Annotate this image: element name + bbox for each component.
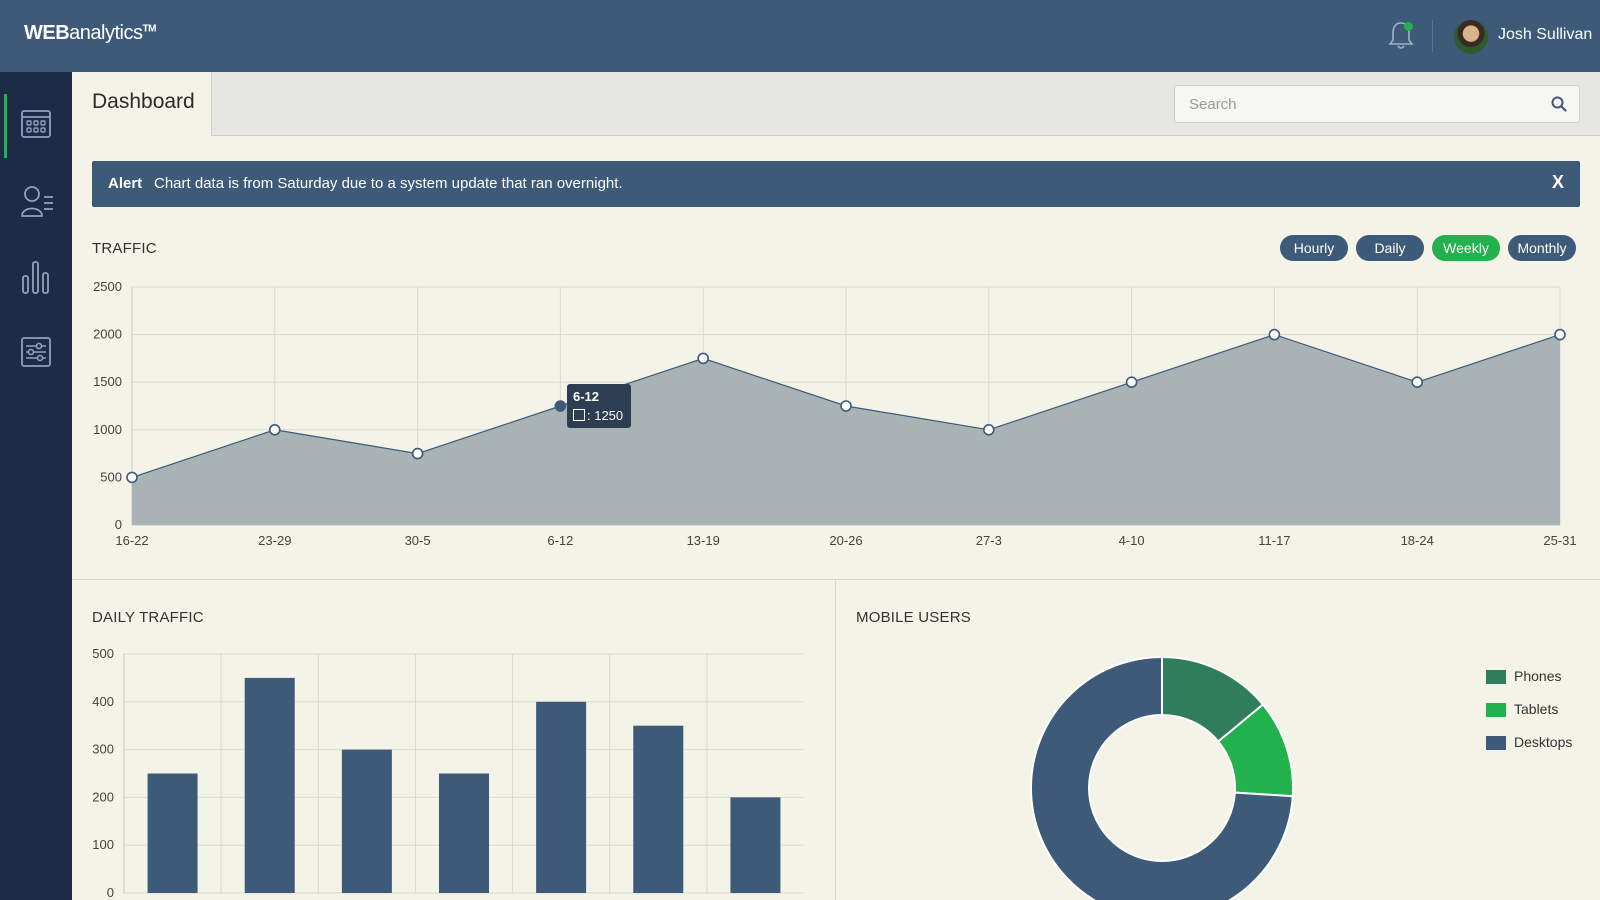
tooltip-swatch — [573, 409, 585, 421]
period-daily-button[interactable]: Daily — [1356, 235, 1424, 261]
calendar-icon — [21, 110, 51, 138]
donut-slice — [1216, 703, 1294, 798]
period-hourly-button[interactable]: Hourly — [1280, 235, 1348, 261]
y-tick-label: 100 — [92, 837, 114, 852]
legend-swatch — [1486, 670, 1506, 684]
y-tick-label: 500 — [92, 646, 114, 661]
bar — [147, 773, 198, 893]
bar — [633, 725, 684, 893]
legend-label: Desktops — [1514, 734, 1573, 750]
bar-chart-icon — [22, 261, 49, 294]
alert-message: Chart data is from Saturday due to a sys… — [154, 175, 623, 192]
data-point — [982, 423, 995, 436]
bar — [536, 701, 587, 893]
sidebar-item-calendar[interactable] — [0, 94, 72, 158]
legend-item[interactable]: Phones — [1486, 668, 1600, 684]
tooltip-value: : 1250 — [587, 408, 624, 423]
panel-divider-vertical — [835, 579, 836, 900]
tooltip-title: 6-12 — [573, 389, 600, 404]
alert-close-button[interactable]: X — [1552, 172, 1564, 193]
x-tick-label: 23-29 — [258, 533, 291, 548]
y-tick-label: 400 — [92, 694, 114, 709]
y-tick-label: 2500 — [93, 279, 122, 294]
mobile-users-title: MOBILE USERS — [856, 609, 971, 626]
y-tick-label: 1000 — [93, 422, 122, 437]
sidebar-item-users[interactable] — [0, 170, 72, 230]
bar — [341, 749, 392, 893]
data-point — [1268, 328, 1281, 341]
y-tick-label: 500 — [100, 469, 122, 484]
traffic-title: TRAFFIC — [92, 240, 157, 257]
x-tick-label: 25-31 — [1543, 533, 1576, 548]
legend-label: Tablets — [1514, 701, 1559, 717]
sidebar — [0, 72, 72, 900]
x-tick-label: 4-10 — [1119, 533, 1145, 548]
tab-dashboard-label: Dashboard — [92, 90, 195, 113]
data-point — [411, 447, 424, 460]
legend-swatch — [1486, 736, 1506, 750]
data-point — [1411, 376, 1423, 389]
app-logo[interactable]: WEBanalyticsTM — [24, 22, 156, 45]
x-tick-label: 30-5 — [405, 533, 431, 548]
bar — [244, 677, 295, 893]
top-header: WEBanalyticsTM Josh Sullivan — [0, 0, 1600, 72]
chart-tooltip: 6-12 : 1250 — [567, 384, 631, 428]
y-tick-label: 2000 — [93, 327, 122, 342]
search-icon[interactable] — [1551, 96, 1567, 112]
tab-dashboard[interactable]: Dashboard — [72, 72, 212, 136]
alert-banner: Alert Chart data is from Saturday due to… — [92, 161, 1580, 207]
logo-tm: TM — [142, 23, 156, 35]
donut-slice — [1030, 655, 1294, 900]
x-tick-label: 18-24 — [1401, 533, 1434, 548]
traffic-line — [131, 333, 1561, 478]
y-tick-label: 0 — [107, 885, 114, 900]
sidebar-item-analytics[interactable] — [0, 246, 72, 306]
y-tick-label: 300 — [92, 742, 114, 757]
data-point — [1125, 376, 1138, 389]
user-name[interactable]: Josh Sullivan — [1498, 26, 1592, 44]
data-point — [554, 400, 567, 412]
data-point — [1554, 328, 1566, 341]
daily-traffic-title: DAILY TRAFFIC — [92, 609, 204, 626]
x-tick-label: 11-17 — [1258, 533, 1290, 548]
data-point — [268, 423, 281, 436]
data-point — [697, 352, 710, 365]
notification-dot — [1404, 22, 1413, 31]
period-monthly-button[interactable]: Monthly — [1508, 235, 1576, 261]
sidebar-item-settings[interactable] — [0, 322, 72, 382]
header-divider — [1432, 20, 1433, 52]
legend-item[interactable]: Desktops — [1486, 734, 1600, 750]
legend-swatch — [1486, 703, 1506, 717]
avatar[interactable] — [1454, 20, 1488, 54]
traffic-area — [132, 334, 1560, 525]
x-tick-label: 6-12 — [547, 533, 573, 548]
legend-label: Phones — [1514, 668, 1562, 684]
alert-title: Alert — [108, 175, 143, 192]
data-point — [126, 471, 138, 484]
donut-slice — [1161, 655, 1265, 743]
x-tick-label: 13-19 — [687, 533, 720, 548]
legend-item[interactable]: Tablets — [1486, 701, 1600, 717]
period-weekly-button[interactable]: Weekly — [1432, 235, 1500, 261]
search-input[interactable] — [1189, 94, 1529, 114]
logo-light: analytics — [69, 22, 143, 44]
bar — [439, 773, 489, 893]
y-tick-label: 0 — [115, 517, 122, 532]
search-box — [1174, 85, 1580, 123]
settings-sliders-icon — [21, 337, 51, 367]
y-tick-label: 1500 — [93, 374, 122, 389]
x-tick-label: 27-3 — [976, 533, 1002, 548]
logo-bold: WEB — [24, 22, 70, 44]
x-tick-label: 20-26 — [829, 533, 862, 548]
panel-divider — [72, 579, 1600, 580]
users-list-icon — [21, 186, 53, 217]
x-tick-label: 16-22 — [115, 533, 148, 548]
bar — [730, 797, 781, 893]
y-tick-label: 200 — [92, 789, 114, 804]
data-point — [840, 400, 852, 412]
